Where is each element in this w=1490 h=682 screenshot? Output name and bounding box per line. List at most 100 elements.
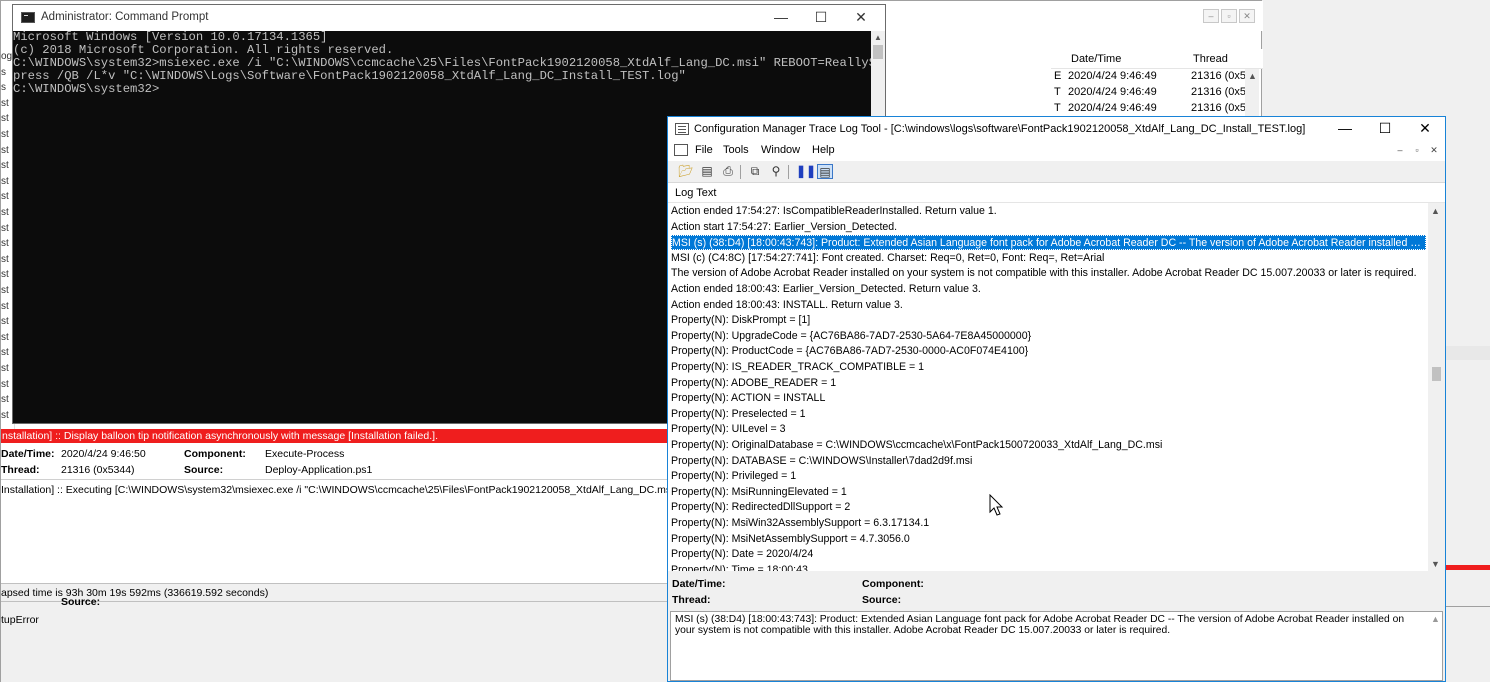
log-row[interactable]: Property(N): DATABASE = C:\WINDOWS\Insta… (671, 454, 1426, 469)
cmtrace-menubar: File Tools Window Help – ▫ ✕ (668, 141, 1445, 161)
mdi-restore-button[interactable]: ▫ (1410, 144, 1424, 157)
scroll-up-icon[interactable]: ▲ (1248, 71, 1257, 81)
open-icon[interactable]: 📂︎ (678, 164, 694, 179)
log-row[interactable]: Property(N): RedirectedDllSupport = 2 (671, 500, 1426, 515)
cmtrace-titlebar[interactable]: Configuration Manager Trace Log Tool - [… (668, 117, 1445, 141)
background-column-header: Date/Time Thread (1051, 49, 1263, 69)
log-row[interactable]: Property(N): Privileged = 1 (671, 469, 1426, 484)
right-edge-error-bar (1446, 565, 1490, 570)
cmtrace-window[interactable]: Configuration Manager Trace Log Tool - [… (667, 116, 1446, 682)
thread-label: Thread: (1, 464, 40, 476)
log-row[interactable]: Property(N): ACTION = INSTALL (671, 391, 1426, 406)
scroll-up-icon[interactable]: ▲ (1431, 614, 1440, 624)
background-message-pane[interactable]: Installation] :: Executing [C:\WINDOWS\s… (1, 479, 731, 579)
cmtrace-window-controls: — ☐ ✕ (1325, 117, 1445, 141)
cmtrace-close-button[interactable]: ✕ (1405, 117, 1445, 141)
pause-icon[interactable]: ❚❚ (796, 164, 816, 179)
log-row[interactable]: The version of Adobe Acrobat Reader inst… (671, 266, 1426, 281)
log-row[interactable]: Action start 17:54:27: Earlier_Version_D… (671, 220, 1426, 235)
log-row-selected[interactable]: MSI (s) (38:D4) [18:00:43:743]: Product:… (671, 235, 1426, 251)
log-list-header[interactable]: Log Text (668, 183, 1445, 203)
message-text: MSI (s) (38:D4) [18:00:43:743]: Product:… (675, 614, 1405, 636)
scroll-up-icon[interactable]: ▲ (1431, 206, 1440, 216)
bg-close-button[interactable]: ✕ (1239, 9, 1255, 23)
log-row[interactable]: Property(N): DiskPrompt = [1] (671, 313, 1426, 328)
log-row[interactable]: Property(N): MsiNetAssemblySupport = 4.7… (671, 532, 1426, 547)
cmd-close-button[interactable]: ✕ (841, 5, 881, 31)
log-list-scrollbar[interactable]: ▲ ▼ (1428, 203, 1445, 571)
datetime-value: 2020/4/24 9:46:50 (61, 448, 146, 460)
log-row[interactable]: Property(N): IS_READER_TRACK_COMPATIBLE … (671, 360, 1426, 375)
cmd-scroll-thumb[interactable] (873, 45, 883, 59)
datetime-label: Date/Time: (1, 448, 55, 460)
error-row[interactable]: nstallation] :: Display balloon tip noti… (1, 429, 669, 443)
column-header-log-text[interactable]: Log Text (675, 187, 716, 199)
cmtrace-toolbar: 📂︎ ▤ ⎙ ⧉ ⚲ ❚❚ ▤ (668, 161, 1445, 183)
cmtrace-detail-pane: Date/Time: Component: Thread: Source: (668, 571, 1445, 607)
log-row[interactable]: Action ended 18:00:43: INSTALL. Return v… (671, 298, 1426, 313)
menu-window[interactable]: Window (761, 144, 800, 156)
mdi-minimize-button[interactable]: – (1393, 144, 1407, 157)
log-row[interactable]: Property(N): Date = 2020/4/24 (671, 547, 1426, 562)
view-icon[interactable]: ▤ (817, 164, 833, 179)
component-label: Component: (184, 448, 246, 460)
background-status-bar: apsed time is 93h 30m 19s 592ms (336619.… (1, 583, 669, 601)
copy-icon[interactable]: ⧉ (747, 164, 763, 179)
message-scrollbar[interactable]: ▲ (1428, 612, 1442, 680)
right-edge-divider (1446, 606, 1490, 607)
log-row[interactable]: Property(N): UpgradeCode = {AC76BA86-7AD… (671, 329, 1426, 344)
menu-help[interactable]: Help (812, 144, 835, 156)
save-icon[interactable]: ▤ (699, 164, 715, 179)
table-row[interactable]: T 2020/4/24 9:46:49 21316 (0x5344) (1051, 101, 1246, 117)
log-row[interactable]: MSI (c) (C4:8C) [17:54:27:741]: Font cre… (671, 251, 1426, 266)
table-row[interactable]: T 2020/4/24 9:46:49 21316 (0x5344) (1051, 85, 1246, 101)
scroll-up-icon[interactable]: ▲ (874, 33, 882, 42)
source-label: Source: (862, 594, 902, 606)
log-row[interactable]: Property(N): OriginalDatabase = C:\WINDO… (671, 438, 1426, 453)
log-row[interactable]: Property(N): ProductCode = {AC76BA86-7AD… (671, 344, 1426, 359)
print-icon[interactable]: ⎙ (720, 164, 736, 179)
mdi-close-button[interactable]: ✕ (1427, 144, 1441, 157)
log-row[interactable]: Action ended 17:54:27: IsCompatibleReade… (671, 204, 1426, 219)
cmd-app-icon (21, 12, 35, 23)
cmd-maximize-button[interactable]: ☐ (801, 5, 841, 31)
log-row[interactable]: Property(N): Time = 18:00:43 (671, 563, 1426, 571)
cmtrace-minimize-button[interactable]: — (1325, 117, 1365, 141)
document-icon[interactable] (674, 144, 688, 156)
menu-file[interactable]: File (695, 144, 713, 156)
cmtrace-title: Configuration Manager Trace Log Tool - [… (694, 123, 1306, 135)
log-row[interactable]: Property(N): MsiWin32AssemblySupport = 6… (671, 516, 1426, 531)
background-detail-pane: Date/Time: 2020/4/24 9:46:50 Component: … (1, 443, 669, 479)
log-row[interactable]: Action ended 18:00:43: Earlier_Version_D… (671, 282, 1426, 297)
log-row[interactable]: Property(N): ADOBE_READER = 1 (671, 376, 1426, 391)
cmd-titlebar[interactable]: Administrator: Command Prompt — ☐ ✕ (13, 5, 885, 31)
log-row[interactable]: Property(N): Preselected = 1 (671, 407, 1426, 422)
log-list[interactable]: Action ended 17:54:27: IsCompatibleReade… (668, 203, 1428, 571)
cmtrace-message-box[interactable]: MSI (s) (38:D4) [18:00:43:743]: Product:… (670, 611, 1443, 681)
cmd-window-controls: — ☐ ✕ (761, 5, 881, 31)
background-bottom-pane: Source: tupError (1, 596, 669, 682)
scroll-down-icon[interactable]: ▼ (1431, 559, 1440, 569)
log-list-scroll-thumb[interactable] (1432, 367, 1441, 381)
background-scrollbar[interactable]: ▲ (1245, 69, 1259, 117)
thread-value: 21316 (0x5344) (61, 464, 135, 476)
source-label: Source: (184, 464, 224, 476)
toolbar-separator (740, 165, 741, 179)
bg-minimize-button[interactable]: – (1203, 9, 1219, 23)
cmtrace-maximize-button[interactable]: ☐ (1365, 117, 1405, 141)
log-row[interactable]: Property(N): UILevel = 3 (671, 422, 1426, 437)
cmd-minimize-button[interactable]: — (761, 5, 801, 31)
background-window-controls: – ▫ ✕ (1203, 9, 1255, 23)
column-header-datetime[interactable]: Date/Time (1071, 53, 1121, 65)
table-row[interactable]: E 2020/4/24 9:46:49 21316 (0x5344) (1051, 69, 1246, 85)
bottom-source-label: Source: (61, 596, 101, 608)
mdi-window-controls: – ▫ ✕ (1393, 144, 1441, 157)
thread-label: Thread: (672, 594, 711, 606)
background-message-text: Installation] :: Executing [C:\WINDOWS\s… (1, 484, 731, 496)
column-header-thread[interactable]: Thread (1193, 53, 1228, 65)
bg-restore-button[interactable]: ▫ (1221, 9, 1237, 23)
log-row[interactable]: Property(N): MsiRunningElevated = 1 (671, 485, 1426, 500)
menu-tools[interactable]: Tools (723, 144, 749, 156)
find-icon[interactable]: ⚲ (768, 164, 784, 179)
component-value: Execute-Process (265, 448, 345, 460)
